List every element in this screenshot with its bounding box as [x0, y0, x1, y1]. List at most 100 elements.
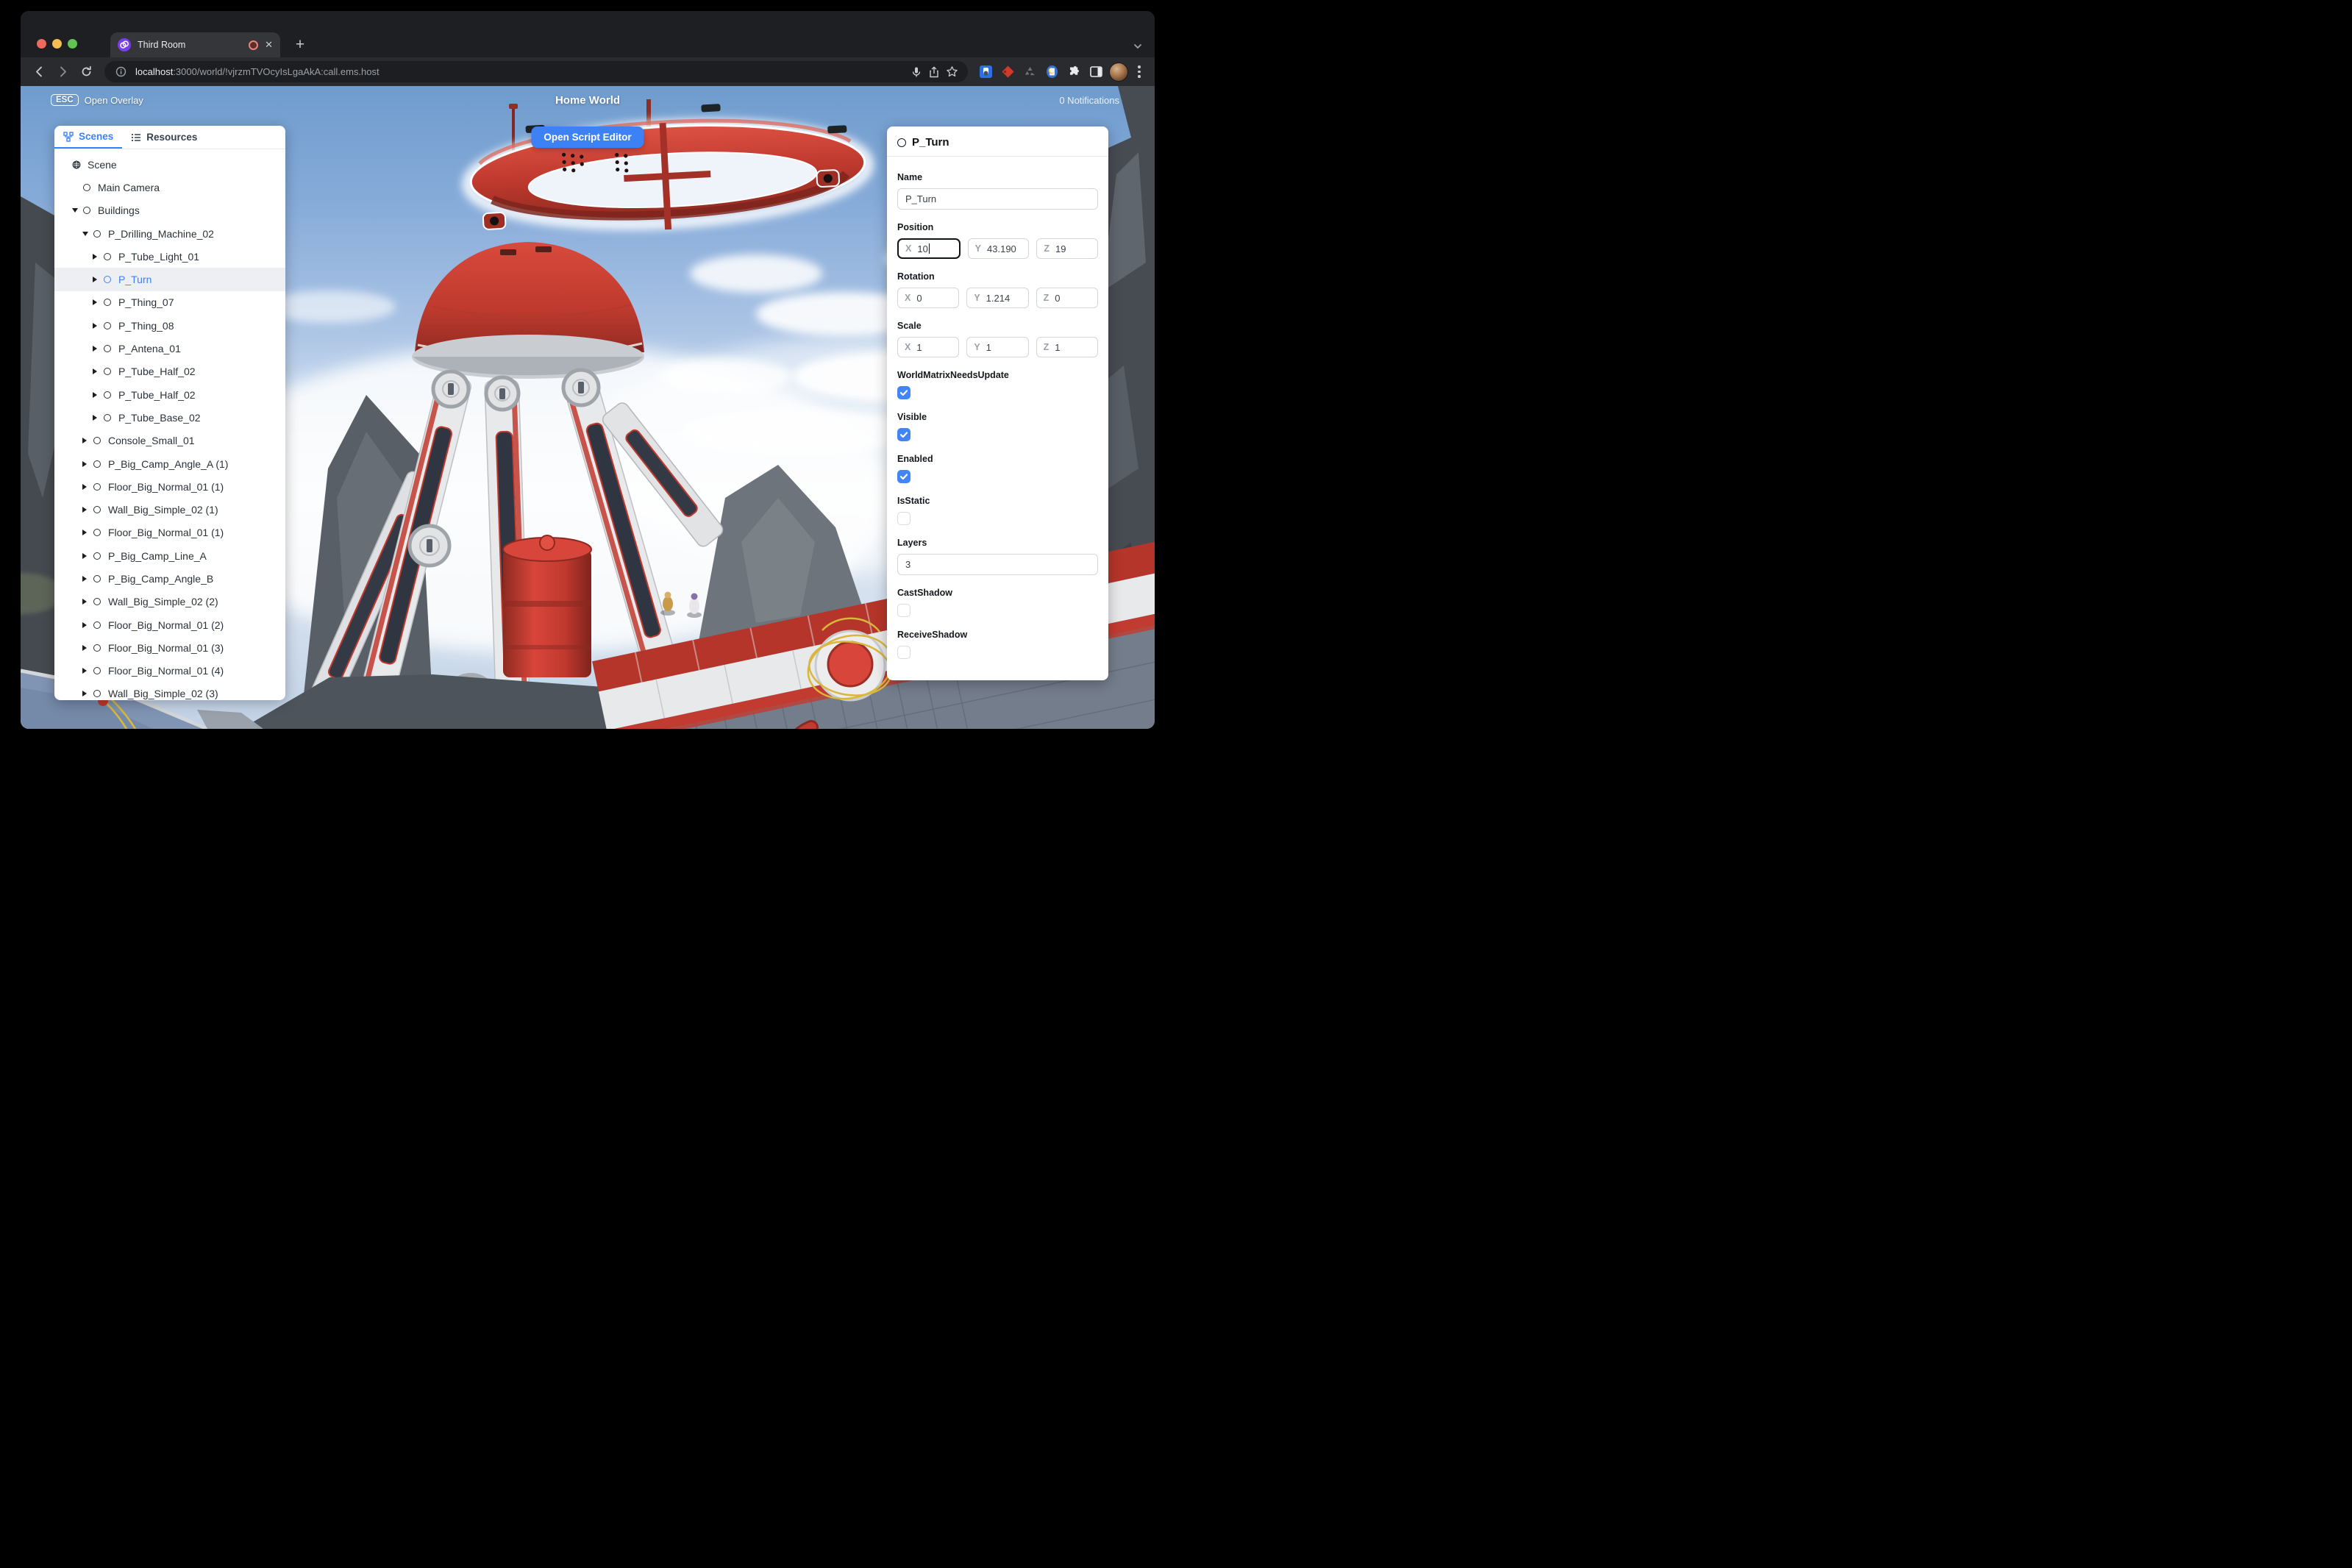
chevron-right-icon[interactable]	[82, 575, 90, 582]
chevron-right-icon[interactable]	[82, 530, 90, 536]
chevron-right-icon[interactable]	[93, 414, 100, 421]
bookmark-star-icon[interactable]	[943, 63, 961, 81]
name-input[interactable]: P_Turn	[897, 188, 1098, 210]
rotation-x-input[interactable]: X0	[897, 288, 960, 308]
tab-scenes[interactable]: Scenes	[54, 126, 123, 149]
tree-item-scene[interactable]: Scene	[54, 153, 285, 176]
chevron-right-icon[interactable]	[82, 507, 90, 513]
tab-search-chevron-icon[interactable]	[1133, 41, 1143, 51]
reader-mode-extension-icon[interactable]	[1043, 63, 1061, 81]
tree-item-p-drilling-machine-02[interactable]: P_Drilling_Machine_02	[54, 222, 285, 245]
visible-checkbox[interactable]	[897, 428, 910, 441]
chevron-right-icon[interactable]	[82, 668, 90, 674]
chevron-down-icon[interactable]	[82, 231, 90, 236]
tree-item-wall-big-simple-02-1-[interactable]: Wall_Big_Simple_02 (1)	[54, 498, 285, 521]
machine-barrel[interactable]	[502, 535, 592, 677]
new-tab-button[interactable]: +	[290, 35, 310, 55]
devtools-red-diamond-extension-icon[interactable]	[999, 63, 1016, 81]
chevron-down-icon[interactable]	[72, 208, 79, 213]
chevron-right-icon[interactable]	[82, 621, 90, 628]
tree-item-p-tube-half-02[interactable]: P_Tube_Half_02	[54, 360, 285, 383]
chevron-right-icon[interactable]	[82, 644, 90, 651]
rotation-z-input[interactable]: Z0	[1036, 288, 1098, 308]
axis-label: X	[905, 243, 912, 254]
chevron-right-icon[interactable]	[93, 391, 100, 398]
layers-input[interactable]: 3	[897, 554, 1098, 575]
chevron-right-icon[interactable]	[82, 438, 90, 444]
scale-x-input[interactable]: X1	[897, 337, 960, 357]
close-window-button[interactable]	[37, 39, 46, 49]
chevron-right-icon[interactable]	[93, 299, 100, 306]
back-button[interactable]	[29, 63, 49, 82]
open-script-editor-button[interactable]: Open Script Editor	[531, 126, 644, 148]
tab-resources[interactable]: Resources	[122, 126, 206, 149]
chevron-right-icon[interactable]	[93, 368, 100, 375]
tree-item-p-big-camp-angle-a-1-[interactable]: P_Big_Camp_Angle_A (1)	[54, 452, 285, 475]
chevron-right-icon[interactable]	[82, 552, 90, 559]
tree-item-p-big-camp-angle-b[interactable]: P_Big_Camp_Angle_B	[54, 567, 285, 590]
tree-item-p-tube-light-01[interactable]: P_Tube_Light_01	[54, 245, 285, 268]
position-x-input[interactable]: X 10	[897, 238, 961, 259]
tree-item-p-turn[interactable]: P_Turn	[54, 268, 285, 291]
isstatic-checkbox[interactable]	[897, 512, 910, 525]
tree-item-buildings[interactable]: Buildings	[54, 199, 285, 222]
chevron-right-icon[interactable]	[82, 599, 90, 605]
scale-y-input[interactable]: Y1	[966, 337, 1029, 357]
tree-item-floor-big-normal-01-3-[interactable]: Floor_Big_Normal_01 (3)	[54, 636, 285, 659]
tree-item-p-antena-01[interactable]: P_Antena_01	[54, 337, 285, 360]
share-icon[interactable]	[925, 63, 943, 81]
address-bar[interactable]: localhost:3000/world/!vjrzmTVOcyIsLgaAkA…	[104, 61, 968, 82]
chevron-right-icon[interactable]	[93, 322, 100, 329]
third-room-favicon-icon	[118, 38, 131, 51]
chevron-right-icon[interactable]	[93, 346, 100, 352]
zoom-window-button[interactable]	[68, 39, 77, 49]
chevron-right-icon[interactable]	[82, 460, 90, 467]
tab-close-icon[interactable]: ✕	[265, 39, 273, 51]
reload-button[interactable]	[76, 63, 96, 82]
receiveshadow-checkbox[interactable]	[897, 646, 910, 659]
profile-avatar[interactable]	[1109, 62, 1128, 82]
tree-item-p-thing-07[interactable]: P_Thing_07	[54, 291, 285, 314]
password-manager-extension-icon[interactable]	[977, 63, 994, 81]
chevron-right-icon[interactable]	[93, 253, 100, 260]
extensions-puzzle-icon[interactable]	[1065, 63, 1083, 81]
chevron-right-icon[interactable]	[82, 483, 90, 490]
field-label: Scale	[897, 321, 922, 331]
minimize-window-button[interactable]	[52, 39, 62, 49]
tree-item-p-thing-08[interactable]: P_Thing_08	[54, 314, 285, 337]
mic-icon[interactable]	[908, 63, 925, 81]
site-info-icon[interactable]	[112, 63, 129, 81]
browser-tab[interactable]: Third Room ✕	[110, 32, 280, 57]
position-y-input[interactable]: Y 43.190	[967, 238, 1030, 259]
axis-label: Y	[974, 243, 982, 254]
tree-item-floor-big-normal-01-1-[interactable]: Floor_Big_Normal_01 (1)	[54, 521, 285, 544]
tree-item-p-tube-half-02[interactable]: P_Tube_Half_02	[54, 383, 285, 406]
url-host: localhost	[135, 66, 174, 77]
enabled-checkbox[interactable]	[897, 470, 910, 483]
side-panel-icon[interactable]	[1087, 63, 1105, 81]
castshadow-checkbox[interactable]	[897, 604, 910, 617]
tree-item-wall-big-simple-02-3-[interactable]: Wall_Big_Simple_02 (3)	[54, 683, 285, 700]
rotation-y-input[interactable]: Y 1.214	[966, 288, 1029, 308]
node-circle-icon	[93, 482, 101, 491]
recycle-extension-icon[interactable]	[1021, 63, 1038, 81]
tree-item-floor-big-normal-01-1-[interactable]: Floor_Big_Normal_01 (1)	[54, 475, 285, 498]
tree-item-wall-big-simple-02-2-[interactable]: Wall_Big_Simple_02 (2)	[54, 591, 285, 613]
notifications-indicator[interactable]: 0 Notifications	[1059, 95, 1119, 106]
tree-item-p-big-camp-line-a[interactable]: P_Big_Camp_Line_A	[54, 544, 285, 567]
worldmatrixneedsupdate-checkbox[interactable]	[897, 386, 910, 399]
chevron-right-icon[interactable]	[82, 691, 90, 697]
tree-item-main-camera[interactable]: Main Camera	[54, 176, 285, 199]
forward-button[interactable]	[53, 63, 72, 82]
browser-menu-kebab-icon[interactable]	[1133, 63, 1146, 81]
position-z-input[interactable]: Z 19	[1036, 238, 1099, 259]
tree-item-p-tube-base-02[interactable]: P_Tube_Base_02	[54, 406, 285, 429]
scale-z-input[interactable]: Z1	[1036, 337, 1098, 357]
url-path: :3000/world/!vjrzmTVOcyIsLgaAkA:call.ems…	[173, 66, 379, 77]
tree-item-console-small-01[interactable]: Console_Small_01	[54, 430, 285, 452]
tree-item-floor-big-normal-01-2-[interactable]: Floor_Big_Normal_01 (2)	[54, 613, 285, 636]
tree-item-floor-big-normal-01-4-[interactable]: Floor_Big_Normal_01 (4)	[54, 660, 285, 683]
input-value: 1	[1055, 341, 1061, 353]
chevron-right-icon[interactable]	[93, 277, 100, 283]
viewport[interactable]: ESC Open Overlay Home World 0 Notificati…	[21, 86, 1155, 729]
